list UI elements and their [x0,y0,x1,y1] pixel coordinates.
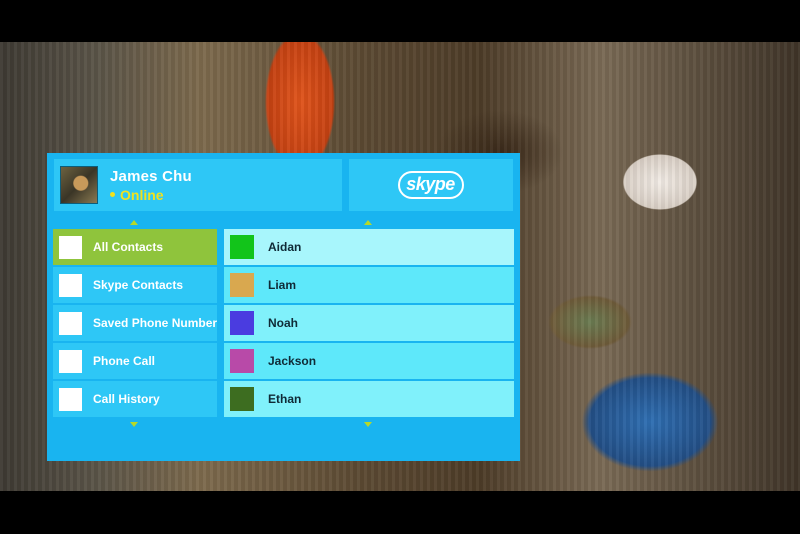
checkbox-icon [59,387,82,411]
contact-name: Liam [268,278,297,292]
status-indicator: Online [110,187,192,203]
brand-tile: skype [349,159,513,211]
contact-color-swatch [230,273,254,297]
contact-color-swatch [230,235,254,259]
menu-item-label: Phone Call [93,354,156,368]
menu-item-phone-call[interactable]: Phone Call [53,343,217,379]
contact-item[interactable]: Noah [224,305,514,341]
menu-item-label: Call History [93,392,160,406]
contact-color-swatch [230,387,254,411]
contact-name: Jackson [268,354,317,368]
menu-item-label: Saved Phone Numbers [93,316,217,330]
menu-scroll-down-icon[interactable] [130,422,138,427]
avatar [60,166,98,204]
profile-name: James Chu [110,167,192,185]
contacts-scroll-down-icon[interactable] [364,422,372,427]
contact-item[interactable]: Jackson [224,343,514,379]
menu-item-call-history[interactable]: Call History [53,381,217,417]
contact-item[interactable]: Ethan [224,381,514,417]
contact-name: Noah [268,316,298,330]
contacts-scroll-up-icon[interactable] [364,220,372,225]
contact-item[interactable]: Liam [224,267,514,303]
contact-item[interactable]: Aidan [224,229,514,265]
status-dot-icon [110,192,115,197]
checkbox-icon [59,235,82,259]
skype-logo: skype [398,171,464,199]
menu-item-all-contacts[interactable]: All Contacts [53,229,217,265]
status-text: Online [120,186,164,203]
profile-text: James Chu Online [110,168,192,203]
menu-scroll-up-icon[interactable] [130,220,138,225]
menu-item-label: Skype Contacts [93,278,184,292]
menu-item-skype-contacts[interactable]: Skype Contacts [53,267,217,303]
checkbox-icon [59,273,82,297]
contact-name: Ethan [268,392,302,406]
contact-list: Aidan Liam Noah Jackson Ethan [224,229,514,419]
menu-item-label: All Contacts [93,240,164,254]
menu-item-saved-phone-numbers[interactable]: Saved Phone Numbers [53,305,217,341]
checkbox-icon [59,311,82,335]
contact-filter-menu: All Contacts Skype Contacts Saved Phone … [53,229,217,419]
checkbox-icon [59,349,82,373]
contact-color-swatch [230,349,254,373]
contact-color-swatch [230,311,254,335]
profile-card[interactable]: James Chu Online [54,159,342,211]
contact-name: Aidan [268,240,302,254]
